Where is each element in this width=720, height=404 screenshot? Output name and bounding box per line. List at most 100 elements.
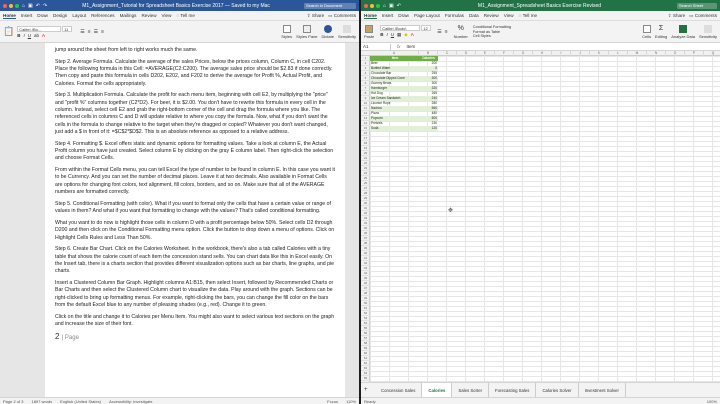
font-color-icon[interactable]: A — [411, 32, 414, 38]
home-icon[interactable]: ⌂ — [383, 3, 386, 9]
formula-input[interactable]: Item — [407, 44, 416, 49]
document-canvas[interactable]: jump around the sheet from left to right… — [0, 43, 359, 397]
sensitivity-button[interactable]: Sensitivity — [699, 24, 717, 39]
accessibility-status[interactable]: Accessibility: Investigate — [109, 399, 152, 404]
wrap-text-icon[interactable]: ≡ — [445, 29, 448, 35]
zoom-level[interactable]: 100% — [707, 399, 717, 404]
strikethrough-icon[interactable]: ab — [34, 33, 39, 38]
minimize-window-icon[interactable] — [9, 3, 13, 8]
underline-icon[interactable]: U — [28, 33, 31, 38]
underline-icon[interactable]: U — [391, 32, 394, 38]
tab-insert[interactable]: Insert — [21, 13, 33, 18]
number-format-button[interactable]: % Number — [454, 25, 468, 39]
document-page[interactable]: jump around the sheet from left to right… — [45, 43, 345, 397]
table-row[interactable]: Soda 120 — [370, 126, 438, 131]
fill-color-icon[interactable]: ◆ — [404, 32, 407, 38]
sheet-tab-forecasting-sales[interactable]: Forecasting Sales — [489, 382, 537, 398]
lightbulb-icon: ◌ — [176, 13, 180, 18]
tab-layout[interactable]: Layout — [72, 13, 86, 18]
tell-me-search[interactable]: ◌ Tell me — [519, 13, 538, 18]
comments-button[interactable]: ▭ Comments — [328, 13, 356, 19]
zoom-window-icon[interactable] — [15, 3, 19, 8]
window-controls[interactable] — [364, 3, 380, 8]
sheet-tab-investment-solver[interactable]: Investment Solver — [579, 382, 626, 398]
excel-search-input[interactable]: Search Sheet — [677, 2, 717, 9]
tab-insert[interactable]: Insert — [382, 13, 394, 18]
undo-icon[interactable]: ↶ — [397, 3, 401, 9]
tab-draw[interactable]: Draw — [37, 13, 48, 18]
minimize-window-icon[interactable] — [370, 3, 374, 8]
bullets-icon[interactable]: ☰ — [80, 29, 84, 35]
align-left-icon[interactable]: ☰ — [94, 29, 98, 35]
tab-view[interactable]: View — [504, 13, 514, 18]
tab-home[interactable]: Home — [364, 13, 377, 19]
zoom-window-icon[interactable] — [376, 3, 380, 8]
dictate-button[interactable]: Dictate — [322, 24, 334, 39]
home-icon[interactable]: ⌂ — [22, 3, 25, 9]
word-search-input[interactable]: Search in Document — [304, 2, 356, 9]
tab-data[interactable]: Data — [469, 13, 479, 18]
language-status[interactable]: English (United States) — [60, 399, 101, 404]
tell-me-search[interactable]: ◌ Tell me — [176, 13, 195, 18]
calories-cell[interactable]: 120 — [419, 126, 438, 131]
redo-icon[interactable]: ↷ — [43, 3, 47, 9]
font-color-icon[interactable]: A — [42, 33, 45, 38]
bold-icon[interactable]: B — [380, 32, 383, 38]
page-count-status[interactable]: Page 2 of 3 — [3, 399, 23, 404]
align-center-icon[interactable]: ≡ — [101, 29, 104, 35]
bold-icon[interactable]: B — [17, 33, 20, 38]
tab-references[interactable]: References — [91, 13, 115, 18]
align-left-icon[interactable]: ☰ — [437, 29, 441, 35]
italic-icon[interactable]: I — [386, 32, 387, 38]
sheet-tab-calories[interactable]: Calories — [422, 382, 453, 398]
tab-page-layout[interactable]: Page Layout — [414, 13, 440, 18]
comments-button[interactable]: ▭ Comments — [689, 13, 717, 19]
function-icon[interactable]: fx — [397, 44, 401, 49]
cell-styles-button[interactable]: Cell Styles — [473, 34, 511, 38]
focus-button[interactable]: Focus — [327, 399, 338, 404]
tab-mailings[interactable]: Mailings — [120, 13, 137, 18]
close-window-icon[interactable] — [364, 3, 368, 8]
word-window: ⌂ ▣ ↶ ↷ M1_Assignment_Tutorial for Sprea… — [0, 0, 359, 404]
close-window-icon[interactable] — [3, 3, 7, 8]
sensitivity-button[interactable]: Sensitivity — [338, 24, 356, 39]
window-controls[interactable] — [3, 3, 19, 8]
sheet-tab-calories-solver[interactable]: Calories Solver — [536, 382, 579, 398]
editing-button[interactable]: Σ Editing — [655, 25, 667, 39]
zoom-level[interactable]: 110% — [346, 399, 356, 404]
analyze-data-button[interactable]: Analyze Data — [671, 24, 695, 39]
item-cell[interactable]: Soda — [370, 126, 419, 131]
conditional-formatting-button[interactable]: Conditional Formatting — [473, 25, 511, 29]
tab-home[interactable]: Home — [3, 13, 16, 19]
tab-review[interactable]: Review — [141, 13, 156, 18]
share-button[interactable]: ⇪ Share — [307, 13, 324, 19]
styles-button[interactable]: Styles — [281, 24, 292, 39]
name-box[interactable]: A1 — [361, 43, 391, 50]
tab-draw[interactable]: Draw — [398, 13, 409, 18]
cells-button[interactable]: Cells — [642, 24, 651, 39]
italic-icon[interactable]: I — [23, 33, 24, 38]
sheet-tab-sales-sorter[interactable]: Sales Sorter — [452, 382, 490, 398]
borders-icon[interactable]: ▦ — [397, 32, 401, 38]
font-size-select[interactable]: 11 — [62, 25, 73, 32]
tab-review[interactable]: Review — [484, 13, 499, 18]
paste-button[interactable]: Paste — [364, 24, 374, 39]
numbering-icon[interactable]: ≡ — [88, 29, 91, 35]
styles-pane-button[interactable]: Styles Pane — [296, 24, 318, 39]
add-sheet-icon[interactable]: + — [364, 387, 368, 393]
save-icon[interactable]: ▣ — [28, 3, 33, 9]
font-size-select[interactable]: 12 — [421, 25, 432, 31]
tab-view[interactable]: View — [162, 13, 172, 18]
tab-design[interactable]: Design — [53, 13, 67, 18]
paste-icon[interactable]: 📋 — [3, 26, 14, 37]
save-icon[interactable]: ▣ — [389, 3, 394, 9]
spreadsheet-grid[interactable]: ABCDEFGHIJKLMNOPQR 123456789101112131415… — [361, 51, 720, 382]
tab-formulas[interactable]: Formulas — [445, 13, 464, 18]
word-count-status[interactable]: 1897 words — [31, 399, 52, 404]
format-as-table-button[interactable]: Format as Table — [473, 30, 511, 34]
undo-icon[interactable]: ↶ — [36, 3, 40, 9]
font-name-select[interactable]: Calibri (Bo... — [17, 25, 62, 32]
font-name-select[interactable]: Calibri (Body) — [380, 25, 421, 31]
sheet-tab-concession-sales[interactable]: Concession Sales — [375, 382, 423, 398]
share-button[interactable]: ⇪ Share — [668, 13, 685, 19]
